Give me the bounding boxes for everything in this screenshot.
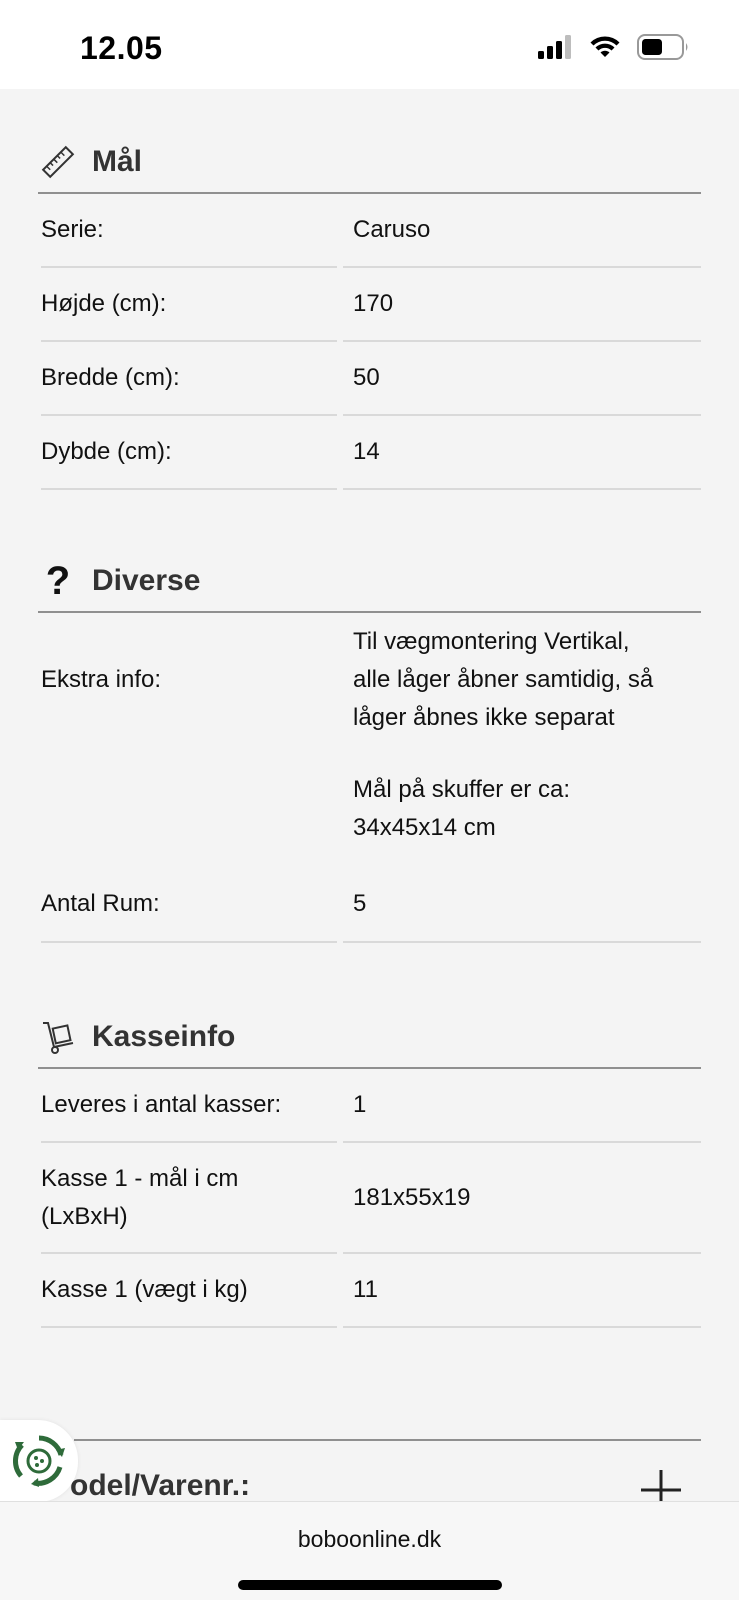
- extra-info-line: Til vægmontering Vertikal,: [353, 628, 630, 655]
- spec-label: Ekstra info:: [41, 666, 162, 693]
- spec-label: Leveres i antal kasser:: [41, 1069, 337, 1143]
- extra-info-line: Mål på skuffer er ca:: [353, 776, 570, 803]
- section-divider: [74, 1439, 701, 1441]
- spec-label: Antal Rum:: [41, 883, 337, 943]
- spec-row: Dybde (cm): 14: [38, 416, 701, 490]
- home-indicator[interactable]: [238, 1580, 502, 1590]
- spec-label: Kasse 1 - mål i cm (LxBxH): [41, 1143, 337, 1254]
- section-title: Mål: [92, 145, 143, 178]
- spec-row: Ekstra info: Til vægmontering Vertikal, …: [38, 613, 701, 883]
- section-diverse: ? Diverse Ekstra info: Til vægmontering …: [38, 551, 701, 943]
- extra-info-value: Til vægmontering Vertikal, alle låger åb…: [343, 613, 701, 883]
- eco-badge[interactable]: [0, 1420, 78, 1502]
- spec-label: Dybde (cm):: [41, 416, 337, 490]
- spec-row: Bredde (cm): 50: [38, 342, 701, 416]
- hand-truck-icon: [38, 1017, 78, 1057]
- plus-icon[interactable]: [638, 1467, 684, 1501]
- question-mark-icon: ?: [45, 558, 71, 603]
- model-number-toggle[interactable]: odel/Varenr.:: [70, 1469, 250, 1501]
- spec-value: 5: [343, 883, 701, 943]
- url-text[interactable]: boboonline.dk: [0, 1526, 739, 1553]
- status-time: 12.05: [80, 30, 163, 66]
- spec-label: Højde (cm):: [41, 268, 337, 342]
- section-title: Kasseinfo: [92, 1020, 236, 1053]
- spec-row: Leveres i antal kasser: 1: [38, 1069, 701, 1143]
- cellular-signal-icon: [538, 35, 571, 59]
- wifi-icon: [590, 36, 620, 57]
- section-header: Mål: [38, 132, 701, 194]
- spec-row: Højde (cm): 170: [38, 268, 701, 342]
- section-title: Diverse: [92, 564, 201, 597]
- section-header: ? Diverse: [38, 551, 701, 613]
- spec-row: Kasse 1 - mål i cm (LxBxH) 181x55x19: [38, 1143, 701, 1254]
- ruler-icon: [38, 142, 78, 182]
- battery-icon: [637, 34, 688, 60]
- spec-value: Caruso: [343, 194, 701, 268]
- spec-value: 14: [343, 416, 701, 490]
- extra-info-line: alle låger åbner samtidig, så: [353, 666, 654, 693]
- spec-label-line: (LxBxH): [41, 1202, 128, 1230]
- spec-value: 50: [343, 342, 701, 416]
- spec-value: 1: [343, 1069, 701, 1143]
- spec-row: Serie: Caruso: [38, 194, 701, 268]
- spec-value: 11: [343, 1254, 701, 1328]
- section-header: Kasseinfo: [38, 1007, 701, 1069]
- spec-label-line: Kasse 1 - mål i cm: [41, 1164, 239, 1192]
- spec-row: Antal Rum: 5: [38, 883, 701, 943]
- section-maal: Mål Serie: Caruso Højde (cm): 170 Bredde…: [38, 132, 701, 490]
- extra-info-line: 34x45x14 cm: [353, 814, 496, 841]
- spec-row: Kasse 1 (vægt i kg) 11: [38, 1254, 701, 1328]
- browser-address-bar[interactable]: boboonline.dk: [0, 1501, 739, 1600]
- status-bar: 12.05: [0, 0, 739, 89]
- spec-value: 181x55x19: [343, 1143, 701, 1254]
- spec-label: Bredde (cm):: [41, 342, 337, 416]
- status-icons: [537, 34, 689, 60]
- section-kasseinfo: Kasseinfo Leveres i antal kasser: 1 Kass…: [38, 1007, 701, 1328]
- product-details: Mål Serie: Caruso Højde (cm): 170 Bredde…: [0, 89, 739, 1501]
- extra-info-line: låger åbnes ikke separat: [353, 704, 615, 731]
- eco-recycle-icon: [13, 1435, 65, 1487]
- spec-label: Kasse 1 (vægt i kg): [41, 1254, 337, 1328]
- spec-label: Serie:: [41, 194, 337, 268]
- spec-value: 170: [343, 268, 701, 342]
